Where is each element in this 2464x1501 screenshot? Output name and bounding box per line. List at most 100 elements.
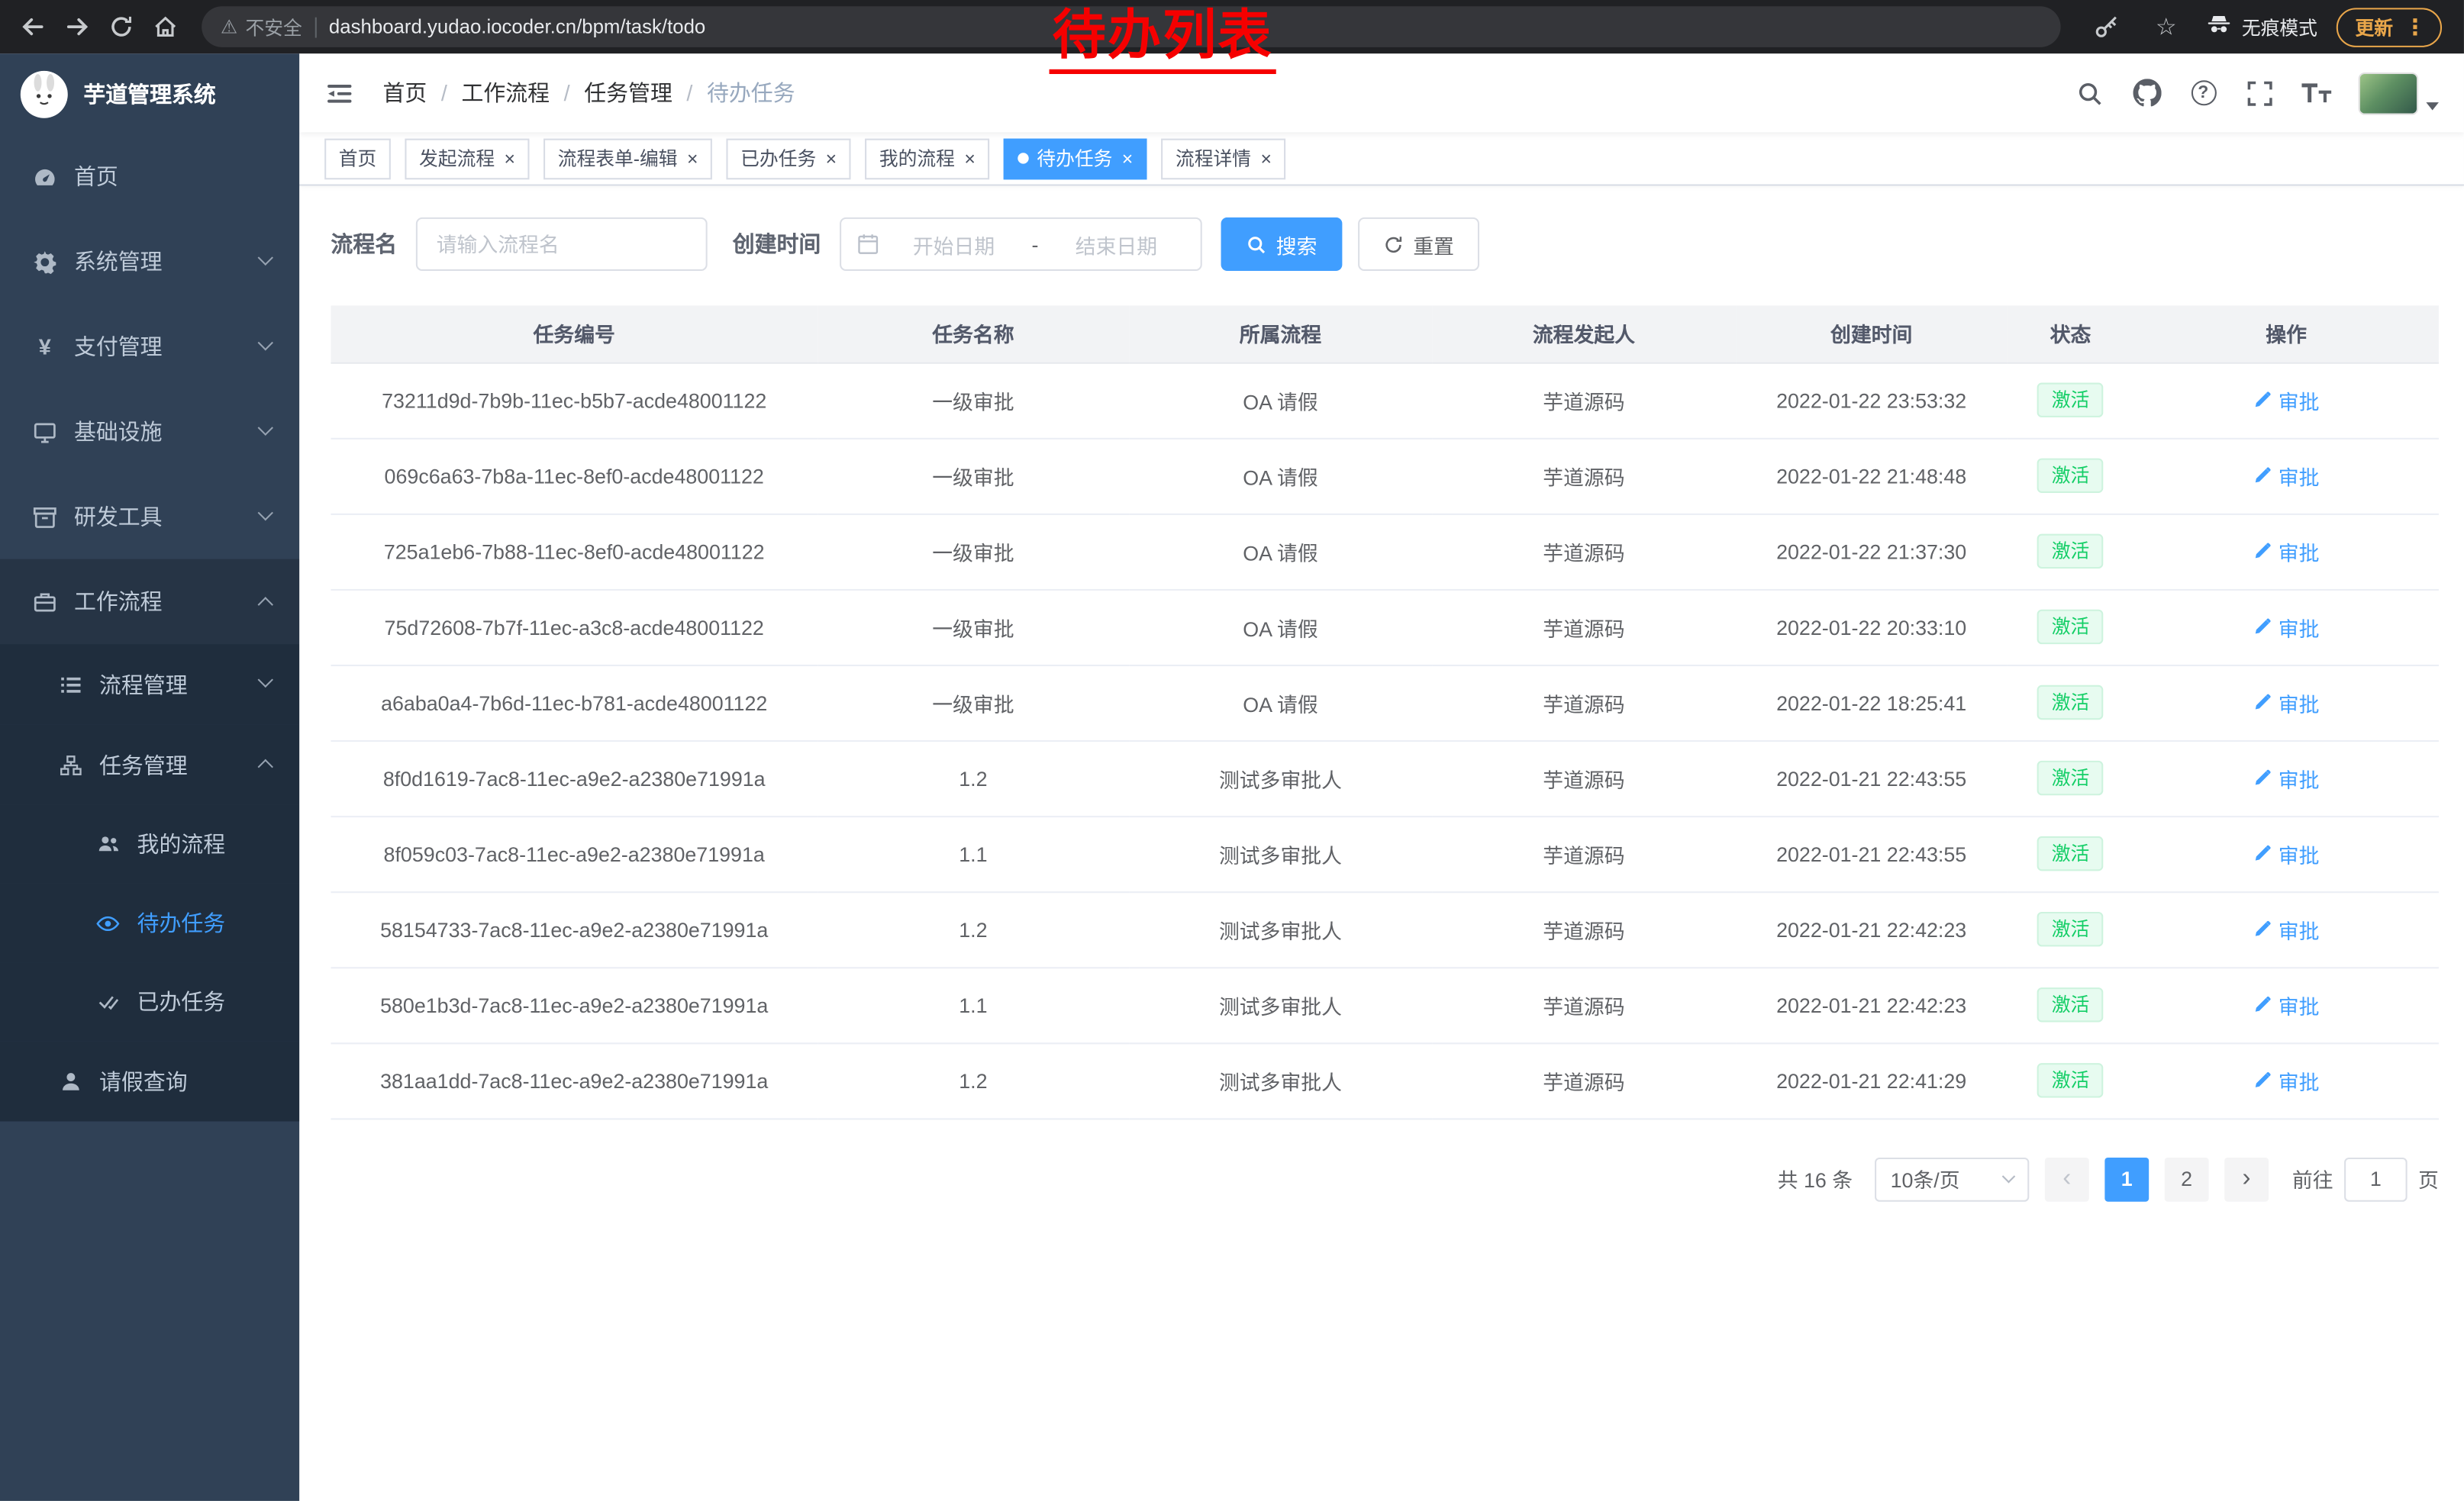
pagination: 共 16 条 10条/页 ‹ 1 2 › 前往 页 [331, 1157, 2438, 1201]
sidebar-item-infrastructure[interactable]: 基础设施 [0, 389, 299, 474]
status-badge: 激活 [2037, 1063, 2104, 1097]
column-header: 所属流程 [1129, 305, 1432, 362]
sidebar-item-task-management[interactable]: 任务管理 [0, 724, 299, 804]
process-name-input[interactable] [416, 217, 708, 271]
sidebar-item-workflow[interactable]: 工作流程 [0, 559, 299, 644]
browser-home-icon[interactable] [145, 6, 186, 47]
tab-process-detail[interactable]: 流程详情 × [1161, 138, 1285, 179]
goto-page-input[interactable] [2344, 1157, 2408, 1201]
tab-done-tasks[interactable]: 已办任务 × [727, 138, 851, 179]
breadcrumb-workflow[interactable]: 工作流程 [461, 77, 550, 108]
tab-process-form-edit[interactable]: 流程表单-编辑 × [543, 138, 712, 179]
tab-close-icon[interactable]: × [505, 149, 515, 168]
created-time: 2022-01-21 22:43:55 [1736, 816, 2008, 891]
prev-page-button[interactable]: ‹ [2045, 1157, 2089, 1201]
approve-button[interactable]: 审批 [2253, 914, 2320, 944]
initiator: 芋道源码 [1432, 1042, 1735, 1118]
browser-forward-icon[interactable] [56, 6, 98, 47]
approve-button[interactable]: 审批 [2253, 763, 2320, 793]
start-date-placeholder: 开始日期 [885, 229, 1022, 259]
hamburger-icon[interactable] [324, 78, 354, 108]
tab-my-processes[interactable]: 我的流程 × [865, 138, 989, 179]
security-warning-icon: ⚠ [221, 16, 237, 38]
column-header: 创建时间 [1736, 305, 2008, 362]
tab-start-process[interactable]: 发起流程 × [405, 138, 529, 179]
task-id: 73211d9d-7b9b-11ec-b5b7-acde48001122 [331, 362, 818, 438]
initiator: 芋道源码 [1432, 438, 1735, 514]
approve-button[interactable]: 审批 [2253, 1065, 2320, 1095]
bookmark-star-icon[interactable]: ☆ [2146, 6, 2187, 47]
sidebar-item-todo-tasks[interactable]: 待办任务 [0, 884, 299, 962]
sidebar-item-done-tasks[interactable]: 已办任务 [0, 962, 299, 1041]
task-id: 58154733-7ac8-11ec-a9e2-a2380e71991a [331, 891, 818, 967]
task-name: 1.1 [818, 816, 1129, 891]
status-badge: 激活 [2037, 761, 2104, 795]
date-range-picker[interactable]: 开始日期 - 结束日期 [840, 217, 1202, 271]
search-icon[interactable] [2075, 78, 2104, 108]
page-button-1[interactable]: 1 [2104, 1157, 2149, 1201]
chevron-up-icon [258, 759, 273, 775]
process-name: OA 请假 [1129, 589, 1432, 665]
browser-reload-icon[interactable] [101, 6, 142, 47]
help-icon[interactable]: ? [2188, 78, 2218, 108]
approve-button[interactable]: 审批 [2253, 688, 2320, 717]
table-row: 381aa1dd-7ac8-11ec-a9e2-a2380e71991a 1.2… [331, 1042, 2438, 1118]
sidebar-item-label: 支付管理 [74, 330, 163, 362]
sidebar-item-devtools[interactable]: 研发工具 [0, 474, 299, 559]
page-size-select[interactable]: 10条/页 [1875, 1157, 2029, 1201]
task-id: a6aba0a4-7b6d-11ec-b781-acde48001122 [331, 665, 818, 740]
initiator: 芋道源码 [1432, 891, 1735, 967]
created-time: 2022-01-22 20:33:10 [1736, 589, 2008, 665]
next-page-button[interactable]: › [2224, 1157, 2269, 1201]
approve-button[interactable]: 审批 [2253, 612, 2320, 642]
user-avatar[interactable] [2359, 72, 2439, 114]
incognito-badge: 无痕模式 [2205, 11, 2317, 42]
browser-back-icon[interactable] [13, 6, 54, 47]
sidebar-item-home[interactable]: 首页 [0, 134, 299, 218]
monitor-icon [31, 420, 58, 443]
sidebar-item-label: 流程管理 [99, 668, 188, 700]
task-name: 一级审批 [818, 589, 1129, 665]
breadcrumb-home[interactable]: 首页 [383, 77, 427, 108]
sidebar-item-payment[interactable]: ¥ 支付管理 [0, 304, 299, 388]
screen: ⚠ 不安全 dashboard.yudao.iocoder.cn/bpm/tas… [0, 0, 2464, 1501]
tab-todo-tasks[interactable]: 待办任务 × [1004, 138, 1147, 179]
sidebar-item-leave-query[interactable]: 请假查询 [0, 1041, 299, 1121]
tab-close-icon[interactable]: × [964, 149, 975, 168]
approve-button[interactable]: 审批 [2253, 839, 2320, 868]
briefcase-icon [31, 590, 58, 614]
search-button[interactable]: 搜索 [1221, 217, 1343, 271]
created-time: 2022-01-22 21:48:48 [1736, 438, 2008, 514]
chevron-down-icon [2002, 1170, 2016, 1184]
sidebar-item-label: 已办任务 [137, 986, 226, 1017]
pagination-total: 共 16 条 [1778, 1164, 1853, 1193]
omnibox-divider [314, 17, 316, 37]
tab-home[interactable]: 首页 [324, 138, 391, 179]
sidebar-item-label: 请假查询 [99, 1065, 188, 1097]
tab-close-icon[interactable]: × [687, 149, 698, 168]
page-button-2[interactable]: 2 [2165, 1157, 2209, 1201]
status-badge: 激活 [2037, 534, 2104, 569]
browser-menu-dots-icon[interactable]: ⋮ [2404, 14, 2427, 40]
sidebar-item-process-management[interactable]: 流程管理 [0, 644, 299, 724]
date-range-separator: - [1028, 232, 1041, 256]
fullscreen-icon[interactable] [2245, 78, 2275, 108]
reset-button[interactable]: 重置 [1358, 217, 1479, 271]
sidebar-item-system[interactable]: 系统管理 [0, 219, 299, 304]
github-icon[interactable] [2131, 78, 2161, 108]
tab-close-icon[interactable]: × [1122, 149, 1133, 168]
created-time: 2022-01-21 22:43:55 [1736, 740, 2008, 816]
breadcrumb-task-management[interactable]: 任务管理 [584, 77, 672, 108]
sidebar-item-label: 任务管理 [99, 749, 188, 780]
approve-button[interactable]: 审批 [2253, 385, 2320, 415]
sidebar-item-my-processes[interactable]: 我的流程 [0, 805, 299, 884]
font-size-icon[interactable] [2301, 78, 2331, 108]
approve-button[interactable]: 审批 [2253, 990, 2320, 1019]
browser-update-button[interactable]: 更新 ⋮ [2337, 7, 2442, 47]
app-logo[interactable]: 芋道管理系统 [0, 53, 299, 134]
approve-button[interactable]: 审批 [2253, 461, 2320, 491]
password-key-icon[interactable] [2086, 6, 2127, 47]
tab-close-icon[interactable]: × [826, 149, 837, 168]
tab-close-icon[interactable]: × [1260, 149, 1271, 168]
approve-button[interactable]: 审批 [2253, 536, 2320, 566]
